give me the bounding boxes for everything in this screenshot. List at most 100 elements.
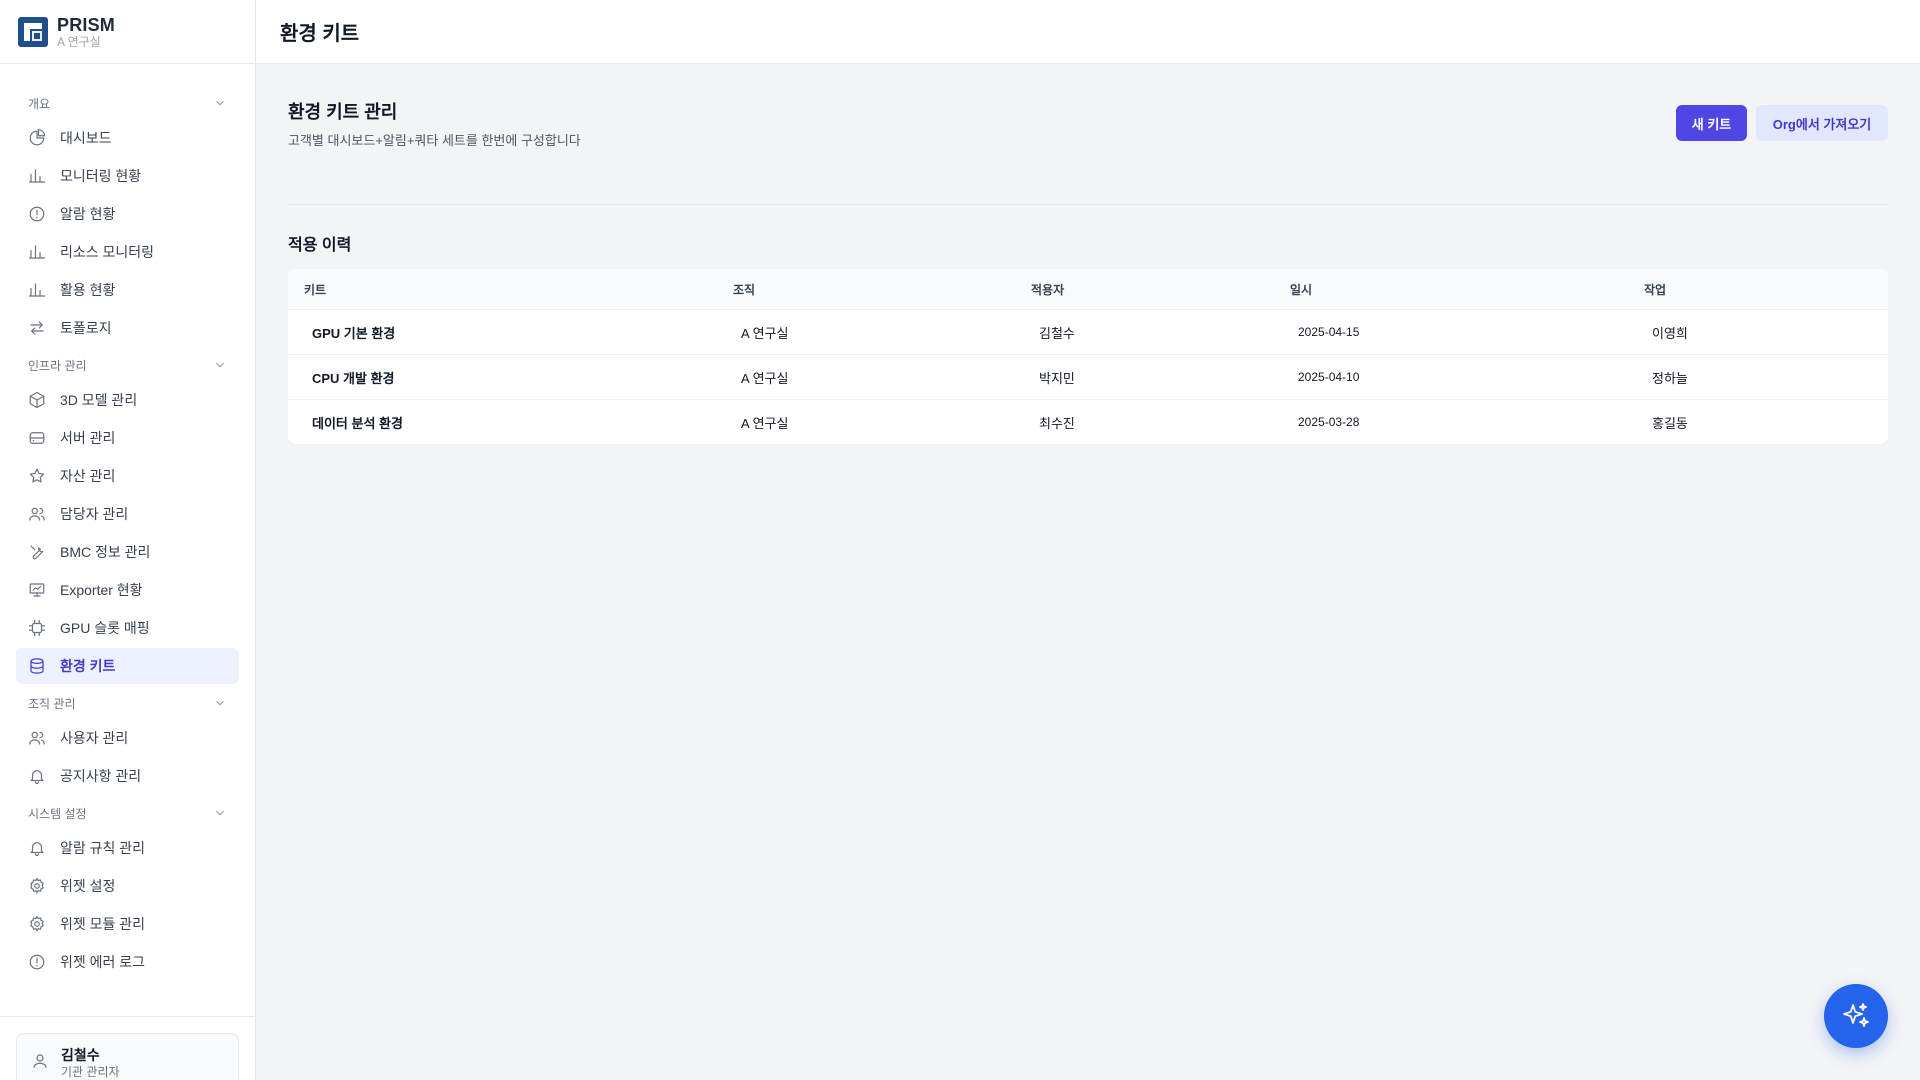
tools-icon [28, 543, 46, 561]
main-content: 환경 키트 관리 고객별 대시보드+알림+쿼타 세트를 한번에 구성합니다 새 … [288, 64, 1888, 444]
sidebar-item-label: 토폴로지 [60, 320, 112, 336]
sidebar-item-1-0[interactable]: 대시보드 [16, 120, 239, 156]
cell-kit: 데이터 분석 환경 [312, 415, 403, 431]
brand[interactable]: PRISM A 연구실 [0, 0, 255, 64]
sidebar-nav: 개요대시보드모니터링 현황알람 현황리소스 모니터링활용 현황토폴로지인프라 관… [0, 86, 255, 982]
import-from-org-button[interactable]: Org에서 가져오기 [1756, 105, 1888, 141]
nav-section-header[interactable]: 시스템 설정 [0, 796, 255, 830]
sidebar-item-1-3[interactable]: 알람 규칙 관리 [16, 830, 239, 866]
sidebar-item-label: 대시보드 [60, 130, 112, 146]
cell-applier: 박지민 [1039, 370, 1075, 386]
sidebar-item-1-2[interactable]: 사용자 관리 [16, 720, 239, 756]
nav-section-header[interactable]: 인프라 관리 [0, 348, 255, 382]
page-header: 환경 키트 관리 고객별 대시보드+알림+쿼타 세트를 한번에 구성합니다 새 … [288, 64, 1888, 204]
swap-arrows-icon [28, 319, 46, 337]
sidebar-item-2-1[interactable]: 서버 관리 [16, 420, 239, 456]
cell-org: A 연구실 [741, 415, 789, 431]
nav-section-header[interactable]: 개요 [0, 86, 255, 120]
star-icon [28, 467, 46, 485]
column-header-org[interactable]: 조직 [733, 281, 755, 298]
sidebar-item-label: 환경 키트 [60, 658, 116, 674]
sidebar-item-label: 공지사항 관리 [60, 768, 142, 784]
section-title: 환경 키트 관리 [288, 102, 398, 122]
sidebar-item-7-1[interactable]: GPU 슬롯 매핑 [16, 610, 239, 646]
sidebar-item-6-1[interactable]: Exporter 현황 [16, 572, 239, 608]
column-header-kit[interactable]: 키트 [304, 281, 326, 298]
sidebar-item-2-3[interactable]: 위젯 설정 [16, 868, 239, 904]
column-header-applier[interactable]: 적용자 [1031, 281, 1064, 298]
sidebar-item-5-1[interactable]: BMC 정보 관리 [16, 534, 239, 570]
sidebar-item-2-0[interactable]: 모니터링 현황 [16, 158, 239, 194]
sidebar-item-4-3[interactable]: 위젯 에러 로그 [16, 944, 239, 980]
sidebar-item-label: 위젯 모듈 관리 [60, 916, 146, 932]
sidebar-item-3-3[interactable]: 위젯 모듈 관리 [16, 906, 239, 942]
sidebar-item-label: 위젯 에러 로그 [60, 954, 146, 970]
table-row[interactable]: GPU 기본 환경 A 연구실 김철수 2025-04-15 이영희 [288, 309, 1888, 354]
sidebar-item-5-0[interactable]: 활용 현황 [16, 272, 239, 308]
users-icon [28, 505, 46, 523]
user-role: 기관 관리자 [61, 1065, 120, 1079]
table-row[interactable]: CPU 개발 환경 A 연구실 박지민 2025-04-10 정하늘 [288, 354, 1888, 399]
divider [288, 204, 1888, 205]
sidebar-item-6-0[interactable]: 토폴로지 [16, 310, 239, 346]
cell-date: 2025-04-15 [1298, 325, 1360, 339]
nav-section-label: 시스템 설정 [28, 806, 87, 821]
sidebar-item-label: 알람 현황 [60, 206, 116, 222]
cell-applier: 최수진 [1039, 415, 1075, 431]
cell-date: 2025-04-10 [1298, 370, 1360, 384]
column-header-date[interactable]: 일시 [1290, 281, 1312, 298]
chevron-down-icon[interactable] [213, 696, 227, 710]
chevron-down-icon[interactable] [213, 358, 227, 372]
sidebar-item-label: 모니터링 현황 [60, 168, 142, 184]
server-icon [28, 429, 46, 447]
cell-action: 정하늘 [1652, 370, 1688, 386]
alert-circle-icon [28, 205, 46, 223]
sidebar-item-label: 자산 관리 [60, 468, 116, 484]
sidebar-item-label: 알람 규칙 관리 [60, 840, 146, 856]
column-header-action[interactable]: 작업 [1644, 281, 1666, 298]
chevron-down-icon[interactable] [213, 96, 227, 110]
top-bar: 환경 키트 [256, 0, 1920, 64]
table-row[interactable]: 데이터 분석 환경 A 연구실 최수진 2025-03-28 홍길동 [288, 399, 1888, 444]
chevron-down-icon[interactable] [213, 806, 227, 820]
sidebar-item-4-1[interactable]: 담당자 관리 [16, 496, 239, 532]
user-area: 김철수 기관 관리자 [0, 1016, 255, 1080]
cell-kit: GPU 기본 환경 [312, 325, 396, 341]
sidebar-item-label: GPU 슬롯 매핑 [60, 620, 150, 636]
table-header: 키트 조직 적용자 일시 작업 [288, 269, 1888, 309]
sidebar-item-label: 위젯 설정 [60, 878, 116, 894]
ai-assistant-button[interactable] [1824, 984, 1888, 1048]
sidebar-item-8-1[interactable]: 환경 키트 [16, 648, 239, 684]
sidebar-item-3-0[interactable]: 알람 현황 [16, 196, 239, 232]
prism-logo-icon [18, 16, 48, 47]
sidebar-item-1-1[interactable]: 3D 모델 관리 [16, 382, 239, 418]
user-card[interactable]: 김철수 기관 관리자 [16, 1033, 239, 1080]
sidebar-item-2-2[interactable]: 공지사항 관리 [16, 758, 239, 794]
sidebar-item-label: 서버 관리 [60, 430, 116, 446]
nav-section-label: 조직 관리 [28, 696, 76, 711]
page-title: 환경 키트 [280, 23, 360, 45]
sidebar-item-label: 사용자 관리 [60, 730, 129, 746]
sparkles-icon [1843, 1003, 1869, 1027]
cell-applier: 김철수 [1039, 325, 1075, 341]
cell-org: A 연구실 [741, 370, 789, 386]
new-kit-button[interactable]: 새 키트 [1676, 105, 1747, 141]
nav-section-label: 개요 [28, 96, 51, 111]
sidebar-item-label: 담당자 관리 [60, 506, 129, 522]
nav-section-header[interactable]: 조직 관리 [0, 686, 255, 720]
presentation-icon [28, 581, 46, 599]
sidebar-item-label: 3D 모델 관리 [60, 392, 138, 408]
bar-chart-icon [28, 243, 46, 261]
bell-icon [28, 767, 46, 785]
sidebar: PRISM A 연구실 개요대시보드모니터링 현황알람 현황리소스 모니터링활용… [0, 0, 256, 1080]
brand-org: A 연구실 [57, 34, 101, 49]
sidebar-item-label: 활용 현황 [60, 282, 116, 298]
nav-section-label: 인프라 관리 [28, 358, 87, 373]
user-name: 김철수 [61, 1047, 100, 1063]
bar-chart-icon [28, 167, 46, 185]
users-icon [28, 729, 46, 747]
gear-icon [28, 915, 46, 933]
cell-org: A 연구실 [741, 325, 789, 341]
sidebar-item-4-0[interactable]: 리소스 모니터링 [16, 234, 239, 270]
sidebar-item-3-1[interactable]: 자산 관리 [16, 458, 239, 494]
